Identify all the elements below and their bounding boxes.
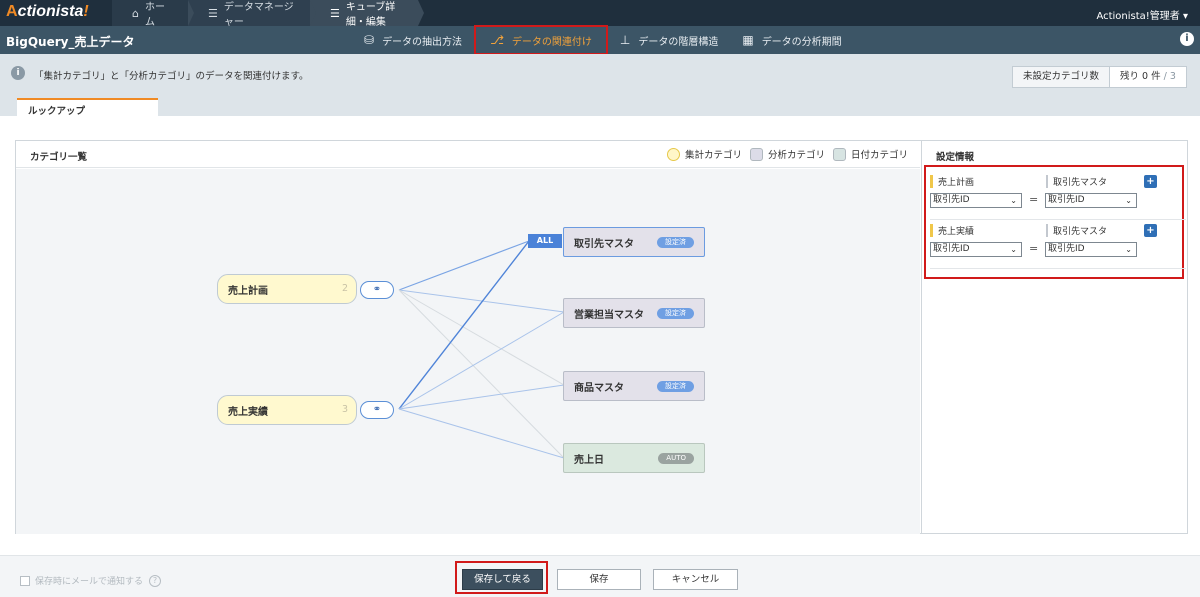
analysis-node-product-master[interactable]: 商品マスタ 設定済 bbox=[563, 371, 705, 401]
breadcrumb-cube-detail[interactable]: ☰ キューブ詳細・編集 bbox=[310, 0, 424, 28]
home-icon: ⌂ bbox=[132, 6, 139, 20]
list-icon: ☰ bbox=[208, 6, 218, 20]
legend-aggregate: 集計カテゴリ bbox=[666, 147, 742, 161]
analysis-swatch bbox=[749, 147, 763, 161]
step-navbar: BigQuery_売上データ ⛁ データの抽出方法 ⎇ データの関連付け ⊥ デ… bbox=[0, 25, 1200, 55]
link-line bbox=[398, 289, 565, 459]
link-line bbox=[398, 289, 565, 313]
link-line bbox=[398, 384, 565, 410]
link-tree-icon: ⎇ bbox=[490, 33, 504, 47]
tab-extraction-method[interactable]: ⛁ データの抽出方法 bbox=[352, 26, 474, 54]
rule-item: 売上実績 取引先マスタ + 取引先ID ⌄ = 取引先ID ⌄ bbox=[930, 220, 1186, 269]
info-message: 「集計カテゴリ」と「分析カテゴリ」のデータを関連付けます。 bbox=[34, 71, 309, 82]
tab-lookup[interactable]: ルックアップ bbox=[17, 98, 158, 117]
user-menu[interactable]: Actionista!管理者 ▾ bbox=[1096, 7, 1188, 22]
auto-badge: AUTO bbox=[658, 453, 694, 464]
chevron-down-icon: ⌄ bbox=[1010, 245, 1017, 254]
link-line bbox=[398, 240, 530, 410]
breadcrumb: ⌂ ホーム ☰ データマネージャー ☰ キューブ詳細・編集 bbox=[112, 0, 424, 28]
calendar-icon: ▦ bbox=[742, 33, 754, 47]
aggregate-node-sales-actual[interactable]: 売上実績 3 bbox=[217, 395, 357, 425]
divider bbox=[930, 268, 1186, 269]
tab-data-association[interactable]: ⎇ データの関連付け bbox=[474, 25, 608, 55]
left-key-select[interactable]: 取引先ID ⌄ bbox=[930, 193, 1022, 208]
tab-analysis-period[interactable]: ▦ データの分析期間 bbox=[730, 26, 853, 54]
analysis-node-sales-rep-master[interactable]: 営業担当マスタ 設定済 bbox=[563, 298, 705, 328]
notify-option: 保存時にメールで通知する ? bbox=[20, 574, 162, 587]
tab-hierarchy[interactable]: ⊥ データの階層構造 bbox=[608, 26, 730, 54]
configured-badge: 設定済 bbox=[657, 381, 694, 392]
page-title: BigQuery_売上データ bbox=[6, 35, 135, 49]
breadcrumb-home[interactable]: ⌂ ホーム bbox=[112, 0, 194, 28]
settings-title: 設定情報 bbox=[936, 152, 975, 163]
all-tag: ALL bbox=[528, 234, 562, 248]
right-key-select[interactable]: 取引先ID ⌄ bbox=[1045, 242, 1137, 257]
link-line bbox=[398, 311, 565, 410]
category-diagram: 売上計画 2 ⚭ 売上実績 3 ⚭ ALL 取引先マスタ 設定済 営業担当マスタ… bbox=[16, 169, 920, 534]
help-icon[interactable]: ? bbox=[149, 574, 162, 587]
unset-category-counter: 未設定カテゴリ数 残り 0 件 / 3 bbox=[1012, 66, 1187, 88]
link-icon[interactable]: ⚭ bbox=[360, 281, 394, 299]
chevron-down-icon: ⌄ bbox=[1010, 196, 1017, 205]
configured-badge: 設定済 bbox=[657, 237, 694, 248]
link-icon[interactable]: ⚭ bbox=[360, 401, 394, 419]
add-rule-button[interactable]: + bbox=[1144, 175, 1157, 188]
counter-value: 残り 0 件 / 3 bbox=[1120, 71, 1176, 82]
legend-date: 日付カテゴリ bbox=[832, 147, 908, 161]
info-icon[interactable]: i bbox=[1180, 32, 1194, 46]
rule-item: 売上計画 取引先マスタ + 取引先ID ⌄ = 取引先ID ⌄ bbox=[930, 171, 1186, 220]
legend-analysis: 分析カテゴリ bbox=[749, 147, 825, 161]
list-icon: ☰ bbox=[330, 6, 340, 20]
analysis-node-customer-master[interactable]: 取引先マスタ 設定済 bbox=[563, 227, 705, 257]
app-header: Actionista! ⌂ ホーム ☰ データマネージャー ☰ キューブ詳細・編… bbox=[0, 0, 1200, 28]
settings-rules: 売上計画 取引先マスタ + 取引先ID ⌄ = 取引先ID ⌄ 売上実績 取引先マス… bbox=[924, 165, 1186, 279]
save-button[interactable]: 保存 bbox=[557, 569, 641, 590]
settings-panel: 設定情報 売上計画 取引先マスタ + 取引先ID ⌄ = 取引先ID ⌄ 売上実績 … bbox=[921, 141, 1187, 533]
chevron-down-icon: ⌄ bbox=[1125, 196, 1132, 205]
main-panel: カテゴリ一覧 集計カテゴリ 分析カテゴリ 日付カテゴリ 売上計画 2 ⚭ 売上実… bbox=[15, 140, 1188, 534]
category-legend: 集計カテゴリ 分析カテゴリ 日付カテゴリ bbox=[659, 147, 908, 161]
counter-label: 未設定カテゴリ数 bbox=[1013, 67, 1111, 87]
configured-badge: 設定済 bbox=[657, 308, 694, 319]
connection-lines bbox=[398, 240, 565, 459]
actionista-logo[interactable]: Actionista! bbox=[6, 3, 89, 21]
step-tabs: ⛁ データの抽出方法 ⎇ データの関連付け ⊥ データの階層構造 ▦ データの分… bbox=[352, 25, 854, 55]
aggregate-node-sales-plan[interactable]: 売上計画 2 bbox=[217, 274, 357, 304]
category-list-title: カテゴリ一覧 bbox=[30, 152, 88, 163]
database-icon: ⛁ bbox=[364, 33, 375, 47]
add-rule-button[interactable]: + bbox=[1144, 224, 1157, 237]
info-icon: i bbox=[11, 66, 25, 80]
cancel-button[interactable]: キャンセル bbox=[653, 569, 738, 590]
notify-checkbox[interactable] bbox=[20, 575, 30, 586]
right-key-select[interactable]: 取引先ID ⌄ bbox=[1045, 193, 1137, 208]
save-and-return-button[interactable]: 保存して戻る bbox=[462, 569, 543, 590]
date-swatch bbox=[832, 147, 846, 161]
category-list-header: カテゴリ一覧 集計カテゴリ 分析カテゴリ 日付カテゴリ bbox=[16, 141, 920, 168]
link-line bbox=[398, 289, 565, 386]
info-row: i 「集計カテゴリ」と「分析カテゴリ」のデータを関連付けます。 未設定カテゴリ数… bbox=[0, 54, 1200, 117]
date-node-sales-date[interactable]: 売上日 AUTO bbox=[563, 443, 705, 473]
footer: 保存時にメールで通知する ? 保存して戻る 保存 キャンセル bbox=[0, 555, 1200, 597]
breadcrumb-data-manager[interactable]: ☰ データマネージャー bbox=[188, 0, 316, 28]
hierarchy-icon: ⊥ bbox=[619, 33, 631, 47]
aggregate-swatch bbox=[666, 147, 680, 161]
chevron-down-icon: ⌄ bbox=[1125, 245, 1132, 254]
left-key-select[interactable]: 取引先ID ⌄ bbox=[930, 242, 1022, 257]
